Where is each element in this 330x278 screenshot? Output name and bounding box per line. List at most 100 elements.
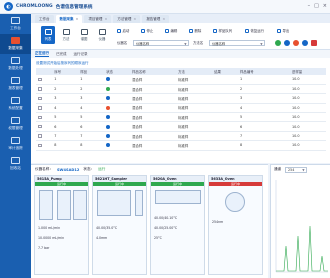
tab-workbench[interactable]: 工作台 <box>35 15 54 23</box>
column-header[interactable]: 结果 <box>212 68 239 75</box>
table-row[interactable]: 2 2 混合样 标准样 2 10.0 <box>36 84 326 95</box>
table-row[interactable]: 1 1 混合样 标准样 1 10.0 <box>36 75 326 85</box>
resume-button[interactable]: 恢复运行 <box>245 27 264 34</box>
abort-control-icon[interactable] <box>311 40 317 46</box>
table-row[interactable]: 3 3 混合样 标准样 3 10.0 <box>36 93 326 104</box>
instrument-select[interactable]: 仪器名称 ▼ <box>133 40 189 46</box>
close-tab-icon[interactable]: × <box>133 17 136 21</box>
edit-button[interactable]: 编辑 <box>165 27 177 34</box>
tab-projects[interactable]: 项目管理 × <box>84 15 112 23</box>
instrument-state: 运行 <box>98 167 106 171</box>
status-icon <box>106 77 111 82</box>
table-cell: 7 <box>238 131 285 142</box>
subtab-run-log[interactable]: 运行记录 <box>74 52 88 57</box>
sidebar-item-audit[interactable]: 审计追踪 <box>0 134 31 154</box>
pump-flow: 1.000 mL/min <box>38 226 61 230</box>
checkbox[interactable] <box>38 124 42 129</box>
view-list-button[interactable]: 列表 <box>41 26 55 44</box>
pause-control-icon[interactable] <box>284 40 290 46</box>
view-method-button[interactable]: 方法 <box>59 26 73 44</box>
sidebar-item-permissions[interactable]: 权限管理 <box>0 114 31 134</box>
column-header[interactable]: 进样量 <box>289 68 326 75</box>
method-select[interactable]: 仪器名称 ▼ <box>209 40 265 46</box>
subtab-running[interactable]: 正在运行 <box>35 51 49 57</box>
sidebar-item-acquisition[interactable]: 数据采集 <box>0 34 31 54</box>
stop-control-icon[interactable] <box>293 40 299 46</box>
row-checkbox[interactable] <box>36 75 53 85</box>
table-cell: 3 <box>52 93 79 104</box>
column-header[interactable]: 样品 <box>78 68 105 75</box>
status-icon <box>106 96 111 101</box>
checkbox[interactable] <box>38 106 42 110</box>
table-row[interactable]: 5 5 混合样 标准样 5 10.0 <box>36 112 326 123</box>
queue-button[interactable]: 样品队列 <box>213 27 232 34</box>
sidebar-item-config[interactable]: 系统配置 <box>0 94 31 114</box>
detector-wavelength: 254nm <box>212 220 224 224</box>
table-cell: 10.0 <box>289 112 326 123</box>
table-cell <box>212 131 239 142</box>
checkbox[interactable] <box>38 134 42 138</box>
column-header[interactable]: 样品名称 <box>130 68 177 75</box>
table-cell <box>212 140 239 151</box>
refresh-control-icon[interactable] <box>302 40 308 46</box>
row-checkbox[interactable] <box>36 131 53 142</box>
stop-button[interactable]: 停止 <box>141 27 153 34</box>
status-icon <box>106 143 111 148</box>
checkbox[interactable] <box>38 143 42 148</box>
row-checkbox[interactable] <box>36 112 53 123</box>
module-status-badge: 运行中 <box>35 182 88 186</box>
status-cell <box>104 112 131 123</box>
pump-pressure: 7.7 bar <box>38 246 50 250</box>
table-row[interactable]: 7 7 混合样 标准样 7 10.0 <box>36 131 326 142</box>
sidebar-item-workbench[interactable]: 工作台 <box>0 14 31 34</box>
table-cell: 8 <box>52 140 79 151</box>
sample-queue-panel: 设置测试开始后按序列的顺序运行 序号 样品 状态 样品名称 方法 结果 样品编号 进样量 11… <box>31 58 330 163</box>
table-row[interactable]: 6 6 混合样 标准样 6 10.0 <box>36 121 326 132</box>
column-header[interactable]: 状态 <box>104 68 131 75</box>
row-checkbox[interactable] <box>36 103 53 114</box>
run-control-icon[interactable] <box>275 40 281 46</box>
row-checkbox[interactable] <box>36 84 53 95</box>
minimize-icon[interactable]: – <box>308 3 311 9</box>
close-tab-icon[interactable]: × <box>76 17 79 21</box>
subtab-completed[interactable]: 已完成 <box>56 52 67 57</box>
table-cell <box>212 93 239 104</box>
checkbox[interactable] <box>38 115 42 119</box>
delete-button[interactable]: 删除 <box>189 27 201 34</box>
sampler-module-card: 5621HT_Sampler 运行中 40.00/35.0°C 4.0mm <box>92 175 147 275</box>
instrument-status-panel: 仪器名称： SW4SAD12 状态： 运行 5615A_Pump 运行中 1.0… <box>31 164 268 278</box>
checkbox[interactable] <box>38 77 42 82</box>
view-chromatogram-button[interactable]: 谱图 <box>77 26 91 44</box>
checkbox[interactable] <box>38 96 42 101</box>
status-cell <box>104 84 131 95</box>
sidebar-item-processing[interactable]: 数据处理 <box>0 54 31 74</box>
table-row[interactable]: 4 4 混合样 标准样 4 10.0 <box>36 103 326 114</box>
chromatogram-plot <box>275 180 328 273</box>
checkbox[interactable] <box>38 87 42 91</box>
close-tab-icon[interactable]: × <box>104 17 107 21</box>
maximize-icon[interactable]: □ <box>314 3 319 9</box>
column-header[interactable] <box>36 68 53 75</box>
close-tab-icon[interactable]: × <box>162 17 165 21</box>
tab-acquisition[interactable]: 数据采集 × <box>55 15 83 23</box>
sidebar-item-reports[interactable]: 报表管理 <box>0 74 31 94</box>
column-header[interactable]: 样品编号 <box>238 68 285 75</box>
table-cell: 标准样 <box>176 140 213 151</box>
table-row[interactable]: 8 8 混合样 标准样 8 10.0 <box>36 140 326 151</box>
sidebar-item-recycle[interactable]: 回收站 <box>0 154 31 174</box>
tab-reports[interactable]: 报告管理 × <box>142 15 170 23</box>
row-checkbox[interactable] <box>36 121 53 132</box>
start-button[interactable]: 启动 <box>117 27 129 34</box>
row-checkbox[interactable] <box>36 140 53 151</box>
close-icon[interactable]: × <box>323 3 327 9</box>
column-header[interactable]: 方法 <box>176 68 213 75</box>
row-checkbox[interactable] <box>36 93 53 104</box>
column-header[interactable]: 序号 <box>52 68 79 75</box>
tab-methods[interactable]: 方法管理 × <box>113 15 141 23</box>
export-button[interactable]: 导出 <box>277 27 289 34</box>
view-instrument-button[interactable]: 仪器 <box>95 26 109 44</box>
play-icon <box>117 28 121 33</box>
table-cell: 2 <box>238 84 285 95</box>
channel-select[interactable]: 254 ▼ <box>285 166 307 173</box>
table-cell: 混合样 <box>130 75 177 85</box>
